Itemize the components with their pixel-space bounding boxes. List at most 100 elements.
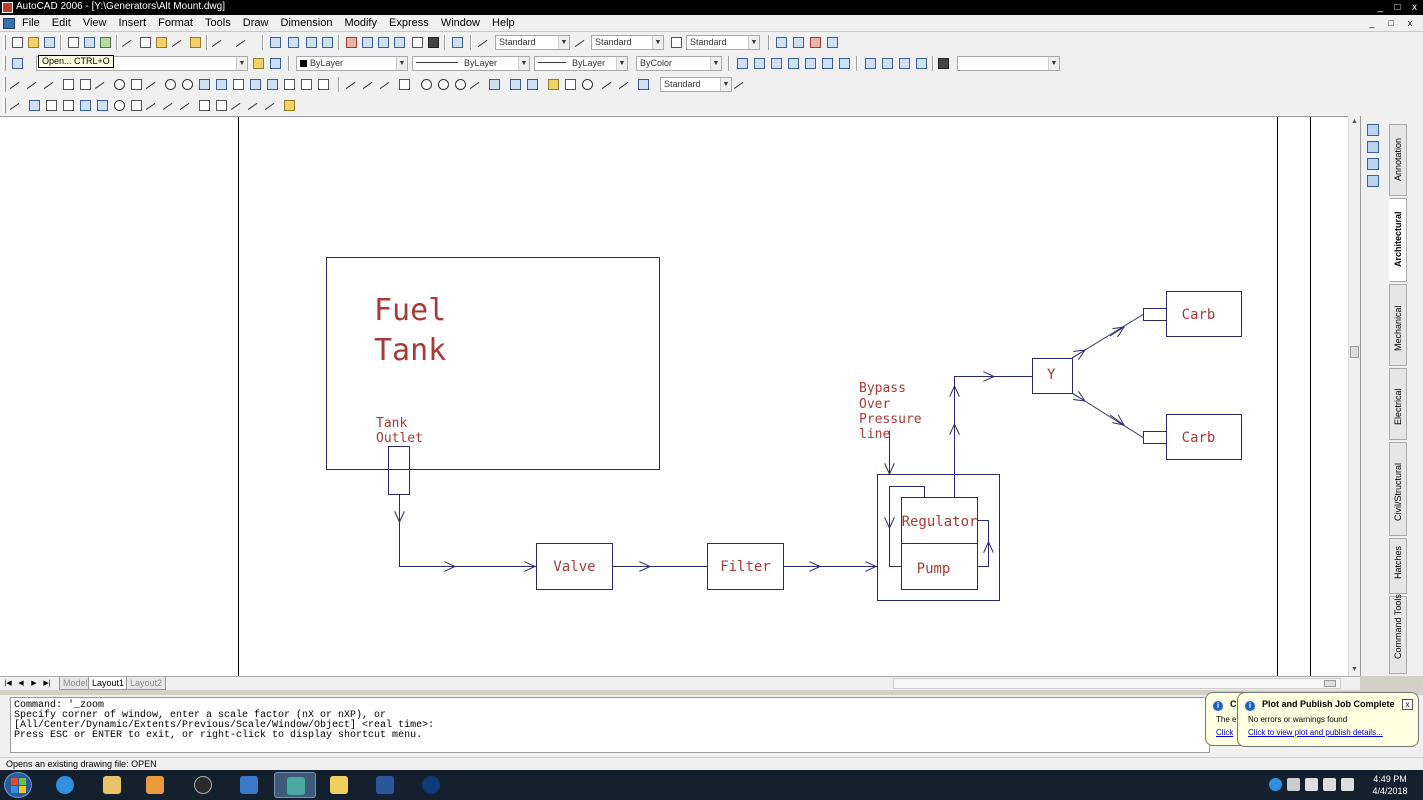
design-center-icon[interactable] — [360, 35, 375, 50]
doc-minimize-button[interactable]: _ — [1365, 17, 1379, 29]
diameter-icon[interactable] — [453, 77, 468, 92]
circle-icon[interactable] — [112, 77, 127, 92]
center-mark-icon[interactable] — [580, 77, 595, 92]
palette-tab-command-tools[interactable]: Command Tools — [1389, 594, 1407, 674]
new-icon[interactable] — [10, 35, 25, 50]
publish-icon[interactable] — [98, 35, 113, 50]
express-tool-3-icon[interactable] — [808, 35, 823, 50]
baseline-icon[interactable] — [508, 77, 523, 92]
palette-properties-icon[interactable] — [1367, 124, 1379, 136]
layer-previous-icon[interactable] — [268, 56, 283, 71]
move-icon[interactable] — [95, 98, 110, 113]
erase-icon[interactable] — [9, 98, 26, 119]
command-history[interactable]: Command: '_zoom Specify corner of window… — [10, 697, 1210, 753]
balloon-close-icon[interactable]: x — [1402, 699, 1413, 710]
file-explorer-icon[interactable] — [91, 772, 133, 798]
palette-autohide-icon[interactable] — [1367, 141, 1379, 153]
blue-app-taskbar-icon[interactable] — [410, 772, 452, 798]
balloon-back-link[interactable]: Click — [1216, 728, 1233, 737]
explode-icon[interactable] — [282, 98, 297, 113]
color-combo[interactable]: ByLayer ▼ — [296, 56, 408, 71]
extend-icon[interactable] — [179, 98, 196, 119]
top-view-icon[interactable] — [752, 56, 767, 71]
bottom-view-icon[interactable] — [769, 56, 784, 71]
palette-options-icon[interactable] — [1367, 158, 1379, 170]
make-block-icon[interactable] — [214, 77, 229, 92]
palette-tab-civil-structural[interactable]: Civil/Structural — [1389, 442, 1407, 536]
horizontal-scrollbar[interactable] — [893, 678, 1341, 689]
construction-line-icon[interactable] — [26, 77, 43, 98]
zoom-previous-icon[interactable] — [320, 35, 335, 50]
horizontal-scroll-thumb[interactable] — [1324, 680, 1336, 687]
left-view-icon[interactable] — [786, 56, 801, 71]
arc-icon[interactable] — [94, 77, 111, 98]
aligned-dimension-icon[interactable] — [362, 77, 379, 98]
media-player-icon[interactable] — [134, 772, 176, 798]
doc-close-button[interactable]: x — [1403, 17, 1417, 29]
help-tray-icon[interactable] — [1269, 778, 1282, 791]
dim-style-combo[interactable]: Standard ▼ — [591, 35, 664, 50]
line-icon[interactable] — [9, 77, 26, 98]
palette-menu-icon[interactable] — [1367, 175, 1379, 187]
break-at-point-icon[interactable] — [197, 98, 212, 113]
sheet-set-icon[interactable] — [392, 35, 407, 50]
cut-icon[interactable] — [121, 35, 138, 56]
palette-tab-mechanical[interactable]: Mechanical — [1389, 284, 1407, 366]
copy-icon[interactable] — [138, 35, 153, 50]
menu-tools[interactable]: Tools — [205, 17, 231, 29]
tolerance-icon[interactable] — [563, 77, 578, 92]
mirror-icon[interactable] — [44, 98, 59, 113]
scroll-up-arrow-icon[interactable]: ▲ — [1349, 116, 1360, 128]
volume-tray-icon[interactable] — [1341, 778, 1354, 791]
doc-restore-button[interactable]: □ — [1384, 17, 1398, 29]
polygon-icon[interactable] — [61, 77, 76, 92]
ordinate-icon[interactable] — [397, 77, 412, 92]
hp-icon[interactable] — [182, 772, 224, 798]
sw-iso-view-icon[interactable] — [863, 56, 878, 71]
menu-edit[interactable]: Edit — [52, 17, 71, 29]
chamfer-icon[interactable] — [247, 98, 264, 119]
trim-icon[interactable] — [162, 98, 179, 119]
gradient-icon[interactable] — [265, 77, 280, 92]
menu-window[interactable]: Window — [441, 17, 480, 29]
table-style-combo[interactable]: Standard ▼ — [686, 35, 760, 50]
menu-dimension[interactable]: Dimension — [281, 17, 333, 29]
document-icon[interactable] — [3, 18, 15, 29]
insert-block-icon[interactable] — [197, 77, 212, 92]
menu-format[interactable]: Format — [158, 17, 193, 29]
tab-layout1[interactable]: Layout1 — [88, 677, 129, 690]
tab-layout2[interactable]: Layout2 — [126, 677, 167, 690]
array-icon[interactable] — [78, 98, 93, 113]
text-style-combo[interactable]: Standard ▼ — [495, 35, 570, 50]
menu-draw[interactable]: Draw — [243, 17, 269, 29]
palette-tab-hatches[interactable]: Hatches — [1389, 538, 1407, 594]
se-iso-view-icon[interactable] — [880, 56, 895, 71]
table-style-icon[interactable] — [669, 35, 684, 50]
autocad-app-icon[interactable] — [2, 2, 13, 13]
nw-iso-view-icon[interactable] — [914, 56, 929, 71]
start-button[interactable] — [4, 772, 32, 798]
palette-tab-architectural[interactable]: Architectural — [1389, 198, 1407, 282]
express-tool-2-icon[interactable] — [791, 35, 806, 50]
notes-taskbar-icon[interactable] — [318, 772, 360, 798]
undo-icon[interactable] — [211, 35, 228, 56]
leader-icon[interactable] — [546, 77, 561, 92]
save-icon[interactable] — [42, 35, 57, 50]
tab-model[interactable]: Model — [59, 677, 92, 690]
calculator-icon[interactable] — [426, 35, 441, 50]
stretch-icon[interactable] — [145, 98, 162, 119]
fillet-icon[interactable] — [264, 98, 281, 119]
show-hidden-icons-icon[interactable] — [1287, 778, 1300, 791]
palette-tab-annotation[interactable]: Annotation — [1389, 124, 1407, 196]
linear-dimension-icon[interactable] — [345, 77, 362, 98]
scroll-down-arrow-icon[interactable]: ▼ — [1349, 664, 1360, 676]
menu-help[interactable]: Help — [492, 17, 515, 29]
flag-tray-icon[interactable] — [1305, 778, 1318, 791]
match-properties-icon[interactable] — [171, 35, 188, 56]
scroll-thumb[interactable] — [1350, 346, 1359, 358]
zoom-window-icon[interactable] — [304, 35, 319, 50]
drawing-canvas[interactable]: Fuel Tank Tank Outlet Valve Filter Regul… — [0, 116, 1360, 677]
rectangle-icon[interactable] — [78, 77, 93, 92]
copy-object-icon[interactable] — [27, 98, 42, 113]
dimension-style-combo[interactable]: Standard ▼ — [660, 77, 732, 92]
